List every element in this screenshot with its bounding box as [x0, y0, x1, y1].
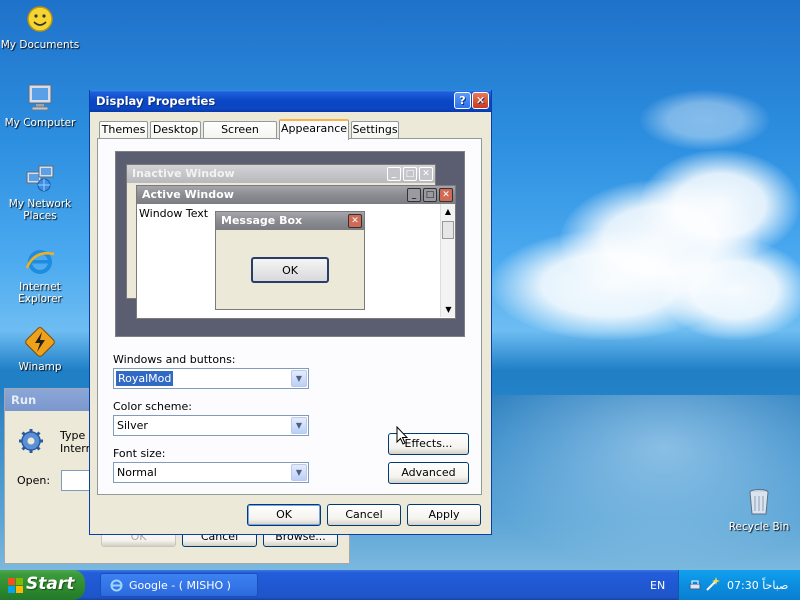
- windows-and-buttons-select[interactable]: RoyalMod ▼: [113, 368, 309, 389]
- tab-settings[interactable]: Settings: [351, 121, 399, 139]
- cloud: [640, 90, 770, 150]
- sea-glow: [460, 395, 800, 570]
- appearance-preview: Inactive Window _ □ ✕ Active Window _ □ …: [115, 151, 465, 337]
- advanced-button[interactable]: Advanced: [388, 462, 469, 484]
- gears-icon: [17, 425, 49, 457]
- system-tray: 07:30 صباحاً: [678, 570, 800, 600]
- close-icon: ✕: [419, 167, 433, 181]
- active-title-text: Active Window: [142, 188, 234, 201]
- desktop-icon-my-documents[interactable]: My Documents: [0, 4, 80, 51]
- run-open-label: Open:: [17, 474, 51, 487]
- close-icon: ✕: [348, 214, 362, 228]
- mouse-cursor-icon: [396, 425, 409, 446]
- desktop-icon-label: Recycle Bin: [728, 521, 790, 533]
- minimize-icon: _: [407, 188, 421, 202]
- maximize-icon: □: [423, 188, 437, 202]
- internet-explorer-icon: [24, 246, 56, 278]
- display-properties-titlebar[interactable]: Display Properties ? ✕: [90, 90, 491, 112]
- windows-and-buttons-value: RoyalMod: [116, 371, 174, 386]
- preview-active-title: Active Window _ □ ✕: [137, 186, 455, 204]
- winamp-bolt-icon: [24, 326, 56, 358]
- inactive-title-text: Inactive Window: [132, 167, 235, 180]
- desktop-icon-label: My Computer: [4, 117, 76, 129]
- cloud: [660, 240, 800, 340]
- color-scheme-label: Color scheme:: [113, 400, 192, 413]
- desktop-icon-label: My Network Places: [8, 198, 72, 222]
- desktop-icon-my-computer[interactable]: My Computer: [0, 82, 80, 129]
- taskbar-item-google[interactable]: Google - ( MISHO ): [100, 573, 258, 597]
- recycle-bin-icon: [743, 486, 775, 518]
- desktop-icon-label: Internet Explorer: [18, 281, 62, 305]
- scroll-up-arrow-icon: ▲: [444, 207, 452, 216]
- desktop-icon-label: My Documents: [0, 39, 80, 51]
- taskbar-item-label: Google - ( MISHO ): [129, 579, 231, 592]
- close-button[interactable]: ✕: [472, 92, 489, 109]
- desktop-icon-my-network-places[interactable]: My Network Places: [0, 163, 80, 222]
- preview-message-box-title: Message Box ✕: [216, 212, 364, 230]
- font-size-label: Font size:: [113, 447, 166, 460]
- start-button[interactable]: Start: [0, 570, 85, 600]
- chevron-down-icon: ▼: [291, 464, 307, 481]
- color-scheme-value: Silver: [117, 419, 148, 432]
- preview-message-box: Message Box ✕ OK: [215, 211, 365, 310]
- close-icon: ✕: [439, 188, 453, 202]
- windows-flag-icon: [8, 578, 23, 593]
- tab-screen-saver[interactable]: Screen Saver: [203, 121, 277, 152]
- chevron-down-icon: ▼: [291, 370, 307, 387]
- font-size-value: Normal: [117, 466, 157, 479]
- maximize-icon: □: [403, 167, 417, 181]
- language-indicator[interactable]: EN: [650, 579, 665, 592]
- minimize-icon: _: [387, 167, 401, 181]
- preview-scrollbar: ▲ ▼: [440, 204, 455, 317]
- network-icon[interactable]: [689, 578, 703, 592]
- window-text-sample: Window Text: [139, 207, 209, 220]
- cancel-button[interactable]: Cancel: [327, 504, 401, 526]
- clock[interactable]: 07:30 صباحاً: [727, 579, 788, 592]
- help-button[interactable]: ?: [454, 92, 471, 109]
- desktop-icon-internet-explorer[interactable]: Internet Explorer: [0, 246, 80, 305]
- scroll-down-arrow-icon: ▼: [445, 305, 452, 314]
- color-scheme-select[interactable]: Silver ▼: [113, 415, 309, 436]
- taskbar: Start Google - ( MISHO ) EN 07:30 صباحاً: [0, 570, 800, 600]
- question-mark-icon: ?: [459, 94, 466, 107]
- message-box-title-text: Message Box: [221, 214, 303, 227]
- close-icon: ✕: [475, 94, 486, 107]
- desktop-icon-recycle-bin[interactable]: Recycle Bin: [719, 486, 799, 533]
- preview-ok-button: OK: [251, 257, 329, 283]
- appearance-panel: Inactive Window _ □ ✕ Active Window _ □ …: [97, 138, 482, 495]
- tab-desktop[interactable]: Desktop: [150, 121, 201, 139]
- tab-themes[interactable]: Themes: [99, 121, 148, 139]
- ok-button[interactable]: OK: [247, 504, 321, 526]
- internet-explorer-icon: [109, 578, 124, 593]
- chevron-down-icon: ▼: [291, 417, 307, 434]
- run-prompt-text-2: Intern: [60, 442, 93, 455]
- network-computers-icon: [24, 163, 56, 195]
- tab-appearance[interactable]: Appearance: [279, 119, 349, 140]
- start-label: Start: [26, 574, 75, 594]
- computer-monitor-icon: [24, 82, 56, 114]
- desktop-icon-winamp[interactable]: Winamp: [0, 326, 80, 373]
- smiley-face-icon: [24, 4, 56, 36]
- display-properties-window[interactable]: Display Properties ? ✕ Themes Desktop Sc…: [89, 90, 492, 535]
- font-size-select[interactable]: Normal ▼: [113, 462, 309, 483]
- window-title: Display Properties: [96, 94, 216, 108]
- preview-inactive-title: Inactive Window _ □ ✕: [127, 165, 435, 183]
- desktop-icon-label: Winamp: [18, 361, 62, 373]
- wand-icon[interactable]: [705, 576, 721, 592]
- windows-and-buttons-label: Windows and buttons:: [113, 353, 236, 366]
- scroll-thumb: [442, 221, 454, 239]
- run-open-input[interactable]: [61, 470, 91, 491]
- apply-button[interactable]: Apply: [407, 504, 481, 526]
